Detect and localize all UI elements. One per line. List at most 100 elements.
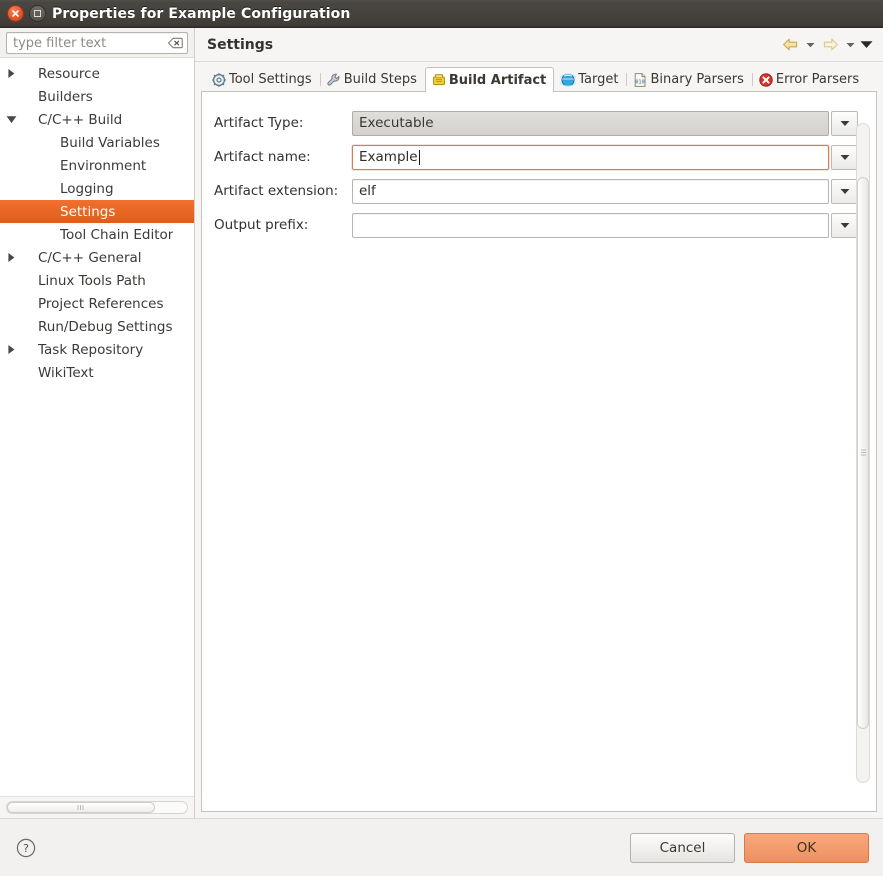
page-header: Settings (195, 28, 883, 62)
tree-horizontal-scrollbar[interactable] (0, 796, 194, 818)
scrollbar-grip-icon (860, 450, 866, 456)
sidebar-item-linux-tools-path[interactable]: Linux Tools Path (0, 269, 194, 292)
sidebar-item-c-c-general[interactable]: C/C++ General (0, 246, 194, 269)
chevron-right-icon[interactable] (0, 344, 22, 355)
sidebar-item-resource[interactable]: Resource (0, 62, 194, 85)
sidebar-item-label: C/C++ Build (38, 111, 123, 128)
sidebar-item-label: Project References (38, 295, 164, 312)
sidebar-item-tool-chain-editor[interactable]: Tool Chain Editor (0, 223, 194, 246)
filter-input[interactable]: type filter text (6, 32, 188, 54)
sidebar-item-c-c-build[interactable]: C/C++ Build (0, 108, 194, 131)
scrollbar-grip-icon (77, 805, 84, 810)
input-artifact-extension[interactable]: elf (352, 178, 829, 204)
tab-tool-settings[interactable]: Tool Settings (205, 67, 320, 91)
clear-text-icon[interactable] (168, 37, 183, 49)
input-output-prefix[interactable] (352, 212, 829, 238)
gear-icon (211, 72, 227, 88)
sidebar-item-label: Run/Debug Settings (38, 318, 173, 335)
vscroll-thumb[interactable] (857, 176, 869, 730)
sidebar-item-label: Logging (60, 180, 114, 197)
tab-label: Tool Settings (229, 72, 312, 87)
sidebar-item-build-variables[interactable]: Build Variables (0, 131, 194, 154)
tabs-area: Tool Settings Build Steps Build Artifact Ta… (195, 62, 883, 818)
combo-output-prefix[interactable] (352, 212, 858, 238)
value-artifact-name: Example (359, 149, 418, 165)
cancel-button[interactable]: Cancel (630, 832, 735, 863)
label-artifact-name: Artifact name: (214, 149, 311, 165)
combo-artifact-name[interactable]: Example (352, 144, 858, 170)
sidebar-item-label: C/C++ General (38, 249, 142, 266)
sidebar-item-label: Environment (60, 157, 147, 174)
combo-artifact-type[interactable]: Executable (352, 110, 858, 136)
dropdown-button-artifact-type[interactable] (831, 110, 858, 136)
tab-build-artifact[interactable]: Build Artifact (424, 67, 555, 92)
sidebar-item-label: Builders (38, 88, 93, 105)
tab-label: Build Steps (343, 72, 417, 87)
settings-navigation-panel: type filter text Resource Builders C/C++ B… (0, 28, 195, 818)
chevron-right-icon[interactable] (0, 68, 22, 79)
back-button[interactable] (779, 34, 801, 56)
close-x-icon (12, 10, 19, 17)
svg-text:010: 010 (636, 79, 645, 85)
value-artifact-type: Executable (359, 115, 434, 131)
back-history-menu[interactable] (803, 34, 817, 56)
tab-label: Binary Parsers (650, 72, 744, 87)
sidebar-item-label: Resource (38, 65, 100, 82)
input-artifact-name[interactable]: Example (352, 144, 829, 170)
tab-label: Error Parsers (775, 72, 860, 87)
label-artifact-type: Artifact Type: (214, 115, 304, 131)
help-question-icon[interactable]: ? (16, 838, 36, 858)
panel-vertical-scrollbar[interactable] (856, 123, 870, 783)
forward-button[interactable] (819, 34, 841, 56)
input-artifact-type[interactable]: Executable (352, 110, 829, 136)
chevron-down-icon (840, 188, 849, 194)
chevron-down-icon (806, 42, 814, 47)
sidebar-item-logging[interactable]: Logging (0, 177, 194, 200)
title-bar: Properties for Example Configuration (0, 0, 883, 28)
tab-target[interactable]: Target (554, 67, 626, 91)
window-title: Properties for Example Configuration (52, 5, 351, 22)
tab-strip[interactable]: Tool Settings Build Steps Build Artifact Ta… (201, 67, 877, 92)
page-title: Settings (207, 36, 274, 53)
tab-binary-parsers[interactable]: 010 Binary Parsers (626, 67, 751, 91)
chevron-right-icon[interactable] (0, 252, 22, 263)
filter-area: type filter text (0, 28, 194, 58)
sidebar-item-project-references[interactable]: Project References (0, 292, 194, 315)
artifact-form: Artifact Type: Executable Artifact name: Ex… (202, 92, 876, 811)
hscroll-thumb[interactable] (7, 802, 155, 813)
sidebar-item-run-debug-settings[interactable]: Run/Debug Settings (0, 315, 194, 338)
dropdown-button-output-prefix[interactable] (831, 212, 858, 238)
error-circle-icon (758, 72, 774, 88)
chevron-down-icon (840, 120, 849, 126)
settings-content-panel: Settings Tool Settings Build Steps Build… (195, 28, 883, 818)
sidebar-item-environment[interactable]: Environment (0, 154, 194, 177)
restore-window-button[interactable] (29, 5, 46, 22)
settings-tree[interactable]: Resource Builders C/C++ Build Build Variabl… (0, 58, 194, 796)
tab-error-parsers[interactable]: Error Parsers (751, 67, 867, 91)
wrench-icon (326, 72, 342, 88)
binary-file-icon: 010 (632, 72, 648, 88)
text-caret (418, 149, 420, 165)
sidebar-item-task-repository[interactable]: Task Repository (0, 338, 194, 361)
sidebar-item-wikitext[interactable]: WikiText (0, 361, 194, 384)
chevron-down-icon (846, 42, 854, 47)
close-window-button[interactable] (7, 5, 24, 22)
ok-button[interactable]: OK (744, 832, 869, 863)
properties-dialog: Properties for Example Configuration typ… (0, 0, 883, 876)
chevron-down-icon[interactable] (0, 115, 22, 124)
tab-build-steps[interactable]: Build Steps (319, 67, 425, 91)
form-row-artifact-type: Artifact Type: Executable (214, 106, 858, 140)
sidebar-item-label: Linux Tools Path (38, 272, 146, 289)
dialog-footer: ? Cancel OK (0, 818, 883, 876)
view-menu-button[interactable] (859, 34, 873, 56)
dropdown-button-artifact-extension[interactable] (831, 178, 858, 204)
sidebar-item-builders[interactable]: Builders (0, 85, 194, 108)
sidebar-item-label: Build Variables (60, 134, 160, 151)
hscroll-track[interactable] (6, 801, 188, 814)
sidebar-item-settings[interactable]: Settings (0, 200, 194, 223)
sidebar-item-label: Tool Chain Editor (60, 226, 174, 243)
forward-history-menu[interactable] (843, 34, 857, 56)
combo-artifact-extension[interactable]: elf (352, 178, 858, 204)
filter-placeholder: type filter text (13, 35, 107, 51)
dropdown-button-artifact-name[interactable] (831, 144, 858, 170)
